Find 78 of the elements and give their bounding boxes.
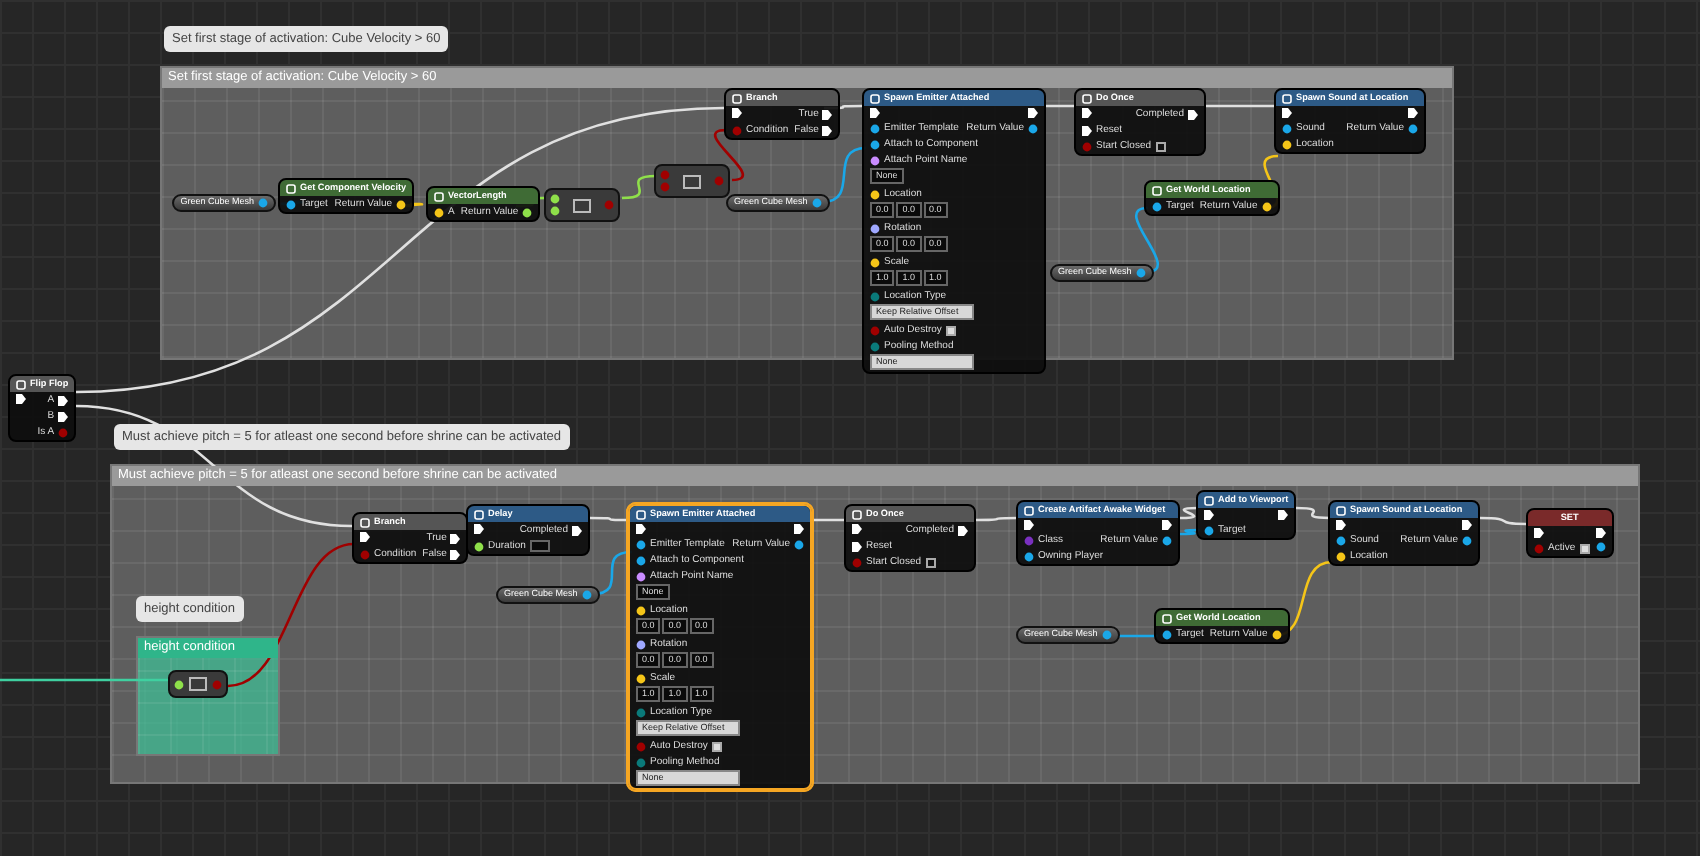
function-icon	[636, 509, 646, 519]
function-icon	[474, 509, 484, 519]
function-icon	[1336, 505, 1346, 515]
wire	[1046, 104, 1074, 108]
pin-icon[interactable]	[1204, 525, 1214, 535]
pin-icon[interactable]	[1024, 551, 1034, 561]
wire	[976, 516, 1018, 522]
pin-icon[interactable]	[1408, 123, 1418, 133]
checkbox[interactable]	[711, 741, 722, 751]
pin-icon[interactable]	[522, 207, 533, 217]
function-icon	[360, 517, 370, 527]
checkbox[interactable]	[1155, 141, 1166, 151]
compact-node[interactable]	[544, 188, 620, 222]
pin-icon[interactable]	[550, 194, 560, 204]
exec-pin-icon[interactable]	[852, 541, 862, 551]
pin-icon[interactable]	[870, 257, 880, 267]
pin-icon[interactable]	[1336, 535, 1346, 545]
pin-icon[interactable]	[1282, 139, 1292, 149]
pin-icon[interactable]	[1282, 123, 1292, 133]
wire	[1295, 506, 1331, 520]
pin-icon[interactable]	[636, 555, 646, 565]
pin-icon[interactable]	[794, 539, 804, 549]
pin-icon[interactable]	[1595, 542, 1606, 552]
wire	[1206, 104, 1274, 108]
function-icon	[1024, 505, 1034, 515]
wire	[1480, 516, 1528, 526]
pin-icon[interactable]	[286, 199, 296, 209]
wire	[1135, 206, 1159, 274]
function-icon	[1082, 93, 1092, 103]
pin-icon[interactable]	[636, 639, 646, 649]
pin-icon[interactable]	[1336, 551, 1346, 561]
exec-pin-icon[interactable]	[822, 125, 833, 135]
pin-icon[interactable]	[636, 605, 646, 615]
pin-icon[interactable]	[870, 223, 880, 233]
operator-icon	[188, 676, 208, 692]
pin-icon[interactable]	[174, 679, 184, 689]
pin-icon[interactable]	[636, 539, 646, 549]
operator-icon	[682, 173, 702, 189]
function-icon	[1282, 93, 1292, 103]
pin-icon[interactable]	[870, 139, 880, 149]
function-icon	[1162, 613, 1172, 623]
pin-icon[interactable]	[1462, 535, 1472, 545]
compact-node[interactable]	[168, 670, 228, 698]
pin-icon[interactable]	[870, 189, 880, 199]
function-icon	[732, 93, 742, 103]
pin-icon[interactable]	[396, 199, 407, 209]
function-icon	[286, 183, 296, 193]
function-icon	[1152, 185, 1162, 195]
pin-icon[interactable]	[870, 123, 880, 133]
graph-node[interactable]	[628, 504, 812, 790]
pin-icon[interactable]	[1271, 629, 1282, 639]
exec-pin-icon[interactable]	[450, 549, 461, 559]
exec-pin-icon[interactable]	[58, 411, 69, 421]
checkbox[interactable]	[925, 557, 936, 567]
graph-node[interactable]	[862, 88, 1046, 374]
pin-icon[interactable]	[1162, 629, 1172, 639]
pin-icon[interactable]	[550, 206, 560, 216]
pin-icon[interactable]	[636, 673, 646, 683]
checkbox[interactable]	[945, 325, 956, 335]
pin-icon[interactable]	[1028, 123, 1038, 133]
function-icon	[434, 191, 444, 201]
function-icon	[16, 379, 26, 389]
exec-pin-icon[interactable]	[1082, 125, 1092, 135]
checkbox[interactable]	[1579, 543, 1590, 553]
pin-icon[interactable]	[870, 155, 880, 165]
function-icon	[1204, 495, 1214, 505]
pin-icon[interactable]	[1152, 201, 1162, 211]
operator-icon	[572, 197, 592, 213]
pin-icon[interactable]	[474, 541, 484, 551]
function-icon	[852, 509, 862, 519]
wire	[590, 516, 630, 522]
pin-icon[interactable]	[636, 571, 646, 581]
function-icon	[870, 93, 880, 103]
wire	[812, 518, 846, 522]
pin-icon[interactable]	[1162, 535, 1172, 545]
value-field[interactable]	[529, 540, 550, 552]
pin-icon[interactable]	[434, 207, 444, 217]
pin-icon[interactable]	[1261, 201, 1272, 211]
